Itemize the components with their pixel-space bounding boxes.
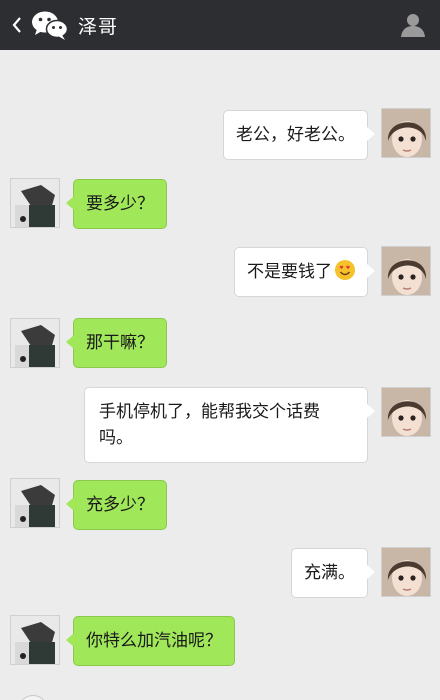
back-button[interactable] — [6, 0, 28, 50]
message-list[interactable]: 老公，好老公。 要多少？ 不是要钱了 那干嘛？ 手机停机了，能帮我交个话费吗。 … — [0, 50, 440, 700]
smiling-face-heart-eyes-icon — [335, 260, 355, 280]
voice-toggle-button[interactable] — [18, 695, 48, 700]
message-bubble-incoming[interactable]: 那干嘛？ — [66, 318, 167, 368]
message-bubble-outgoing[interactable]: 老公，好老公。 — [223, 110, 375, 160]
message-bubble-outgoing[interactable]: 充满。 — [291, 548, 375, 598]
avatar-contact[interactable] — [10, 478, 60, 528]
message-text: 不是要钱了 — [247, 262, 332, 282]
message-bubble-outgoing[interactable]: 不是要钱了 — [234, 247, 375, 297]
message-text: 老公，好老公。 — [236, 125, 355, 145]
message-text: 手机停机了，能帮我交个话费吗。 — [99, 402, 320, 448]
message-bubble-incoming[interactable]: 充多少？ — [66, 480, 167, 530]
avatar-self[interactable] — [381, 108, 431, 158]
avatar-self[interactable] — [381, 387, 431, 437]
message-text: 要多少？ — [86, 194, 154, 214]
message-text: 那干嘛？ — [86, 333, 154, 353]
chat-header: 泽哥 — [0, 0, 440, 50]
avatar-self[interactable] — [381, 246, 431, 296]
wechat-logo-icon — [32, 11, 69, 40]
avatar-self[interactable] — [381, 547, 431, 597]
message-bubble-outgoing[interactable]: 手机停机了，能帮我交个话费吗。 — [84, 387, 375, 463]
person-icon — [401, 14, 425, 37]
message-bubble-incoming[interactable]: 你特么加汽油呢？ — [66, 616, 235, 666]
message-text: 你特么加汽油呢？ — [86, 631, 222, 651]
message-text: 充多少？ — [86, 495, 154, 515]
chevron-left-icon — [12, 17, 21, 33]
avatar-contact[interactable] — [10, 178, 60, 228]
message-text: 充满。 — [304, 563, 355, 583]
contact-info-button[interactable] — [396, 8, 430, 42]
message-bubble-incoming[interactable]: 要多少？ — [66, 179, 167, 229]
avatar-contact[interactable] — [10, 615, 60, 665]
avatar-contact[interactable] — [10, 318, 60, 368]
chat-title: 泽哥 — [78, 15, 119, 38]
